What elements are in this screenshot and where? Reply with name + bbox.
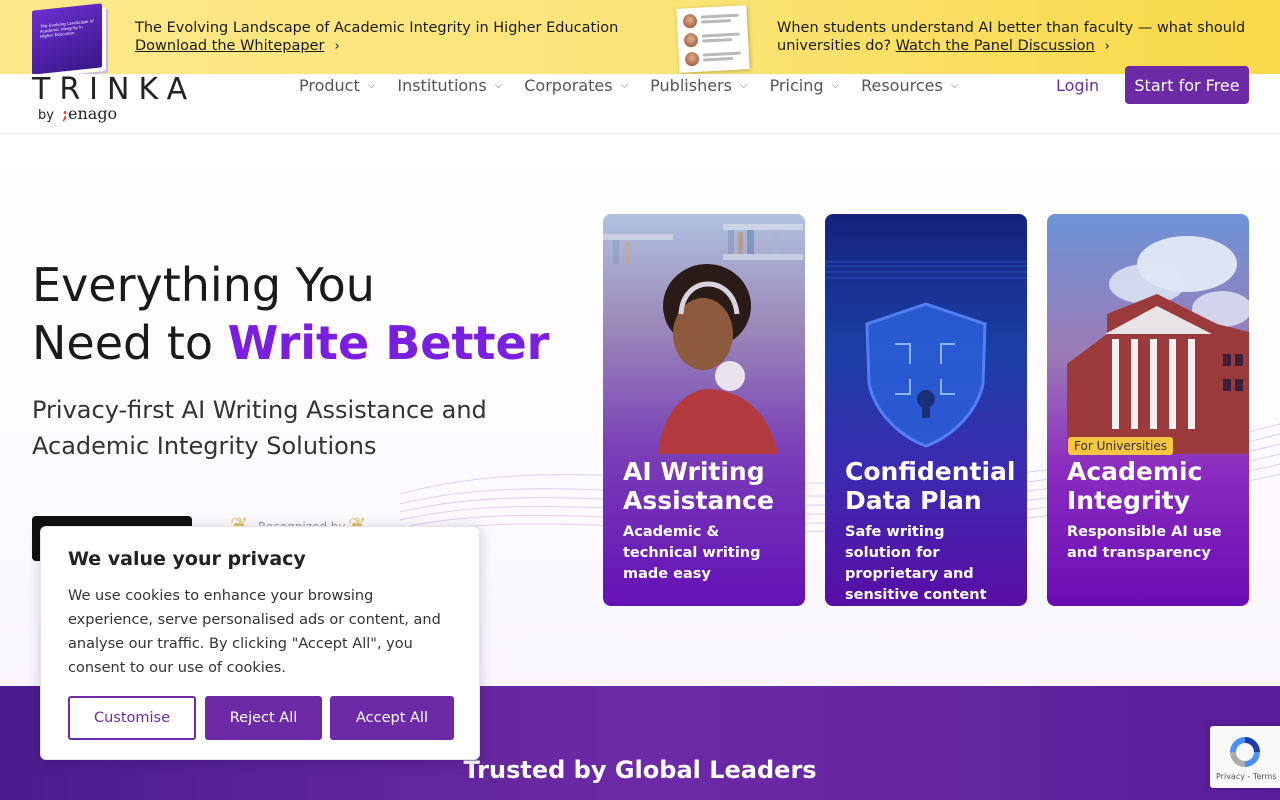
nav-institutions[interactable]: Institutions ⌵ [397,76,502,95]
download-whitepaper-link[interactable]: Download the Whitepaper [135,38,324,54]
chevron-right-icon: › [1104,38,1110,54]
promo-panel: When students understand AI better than … [672,0,1245,74]
promo-panel-title: When students understand AI better than … [777,19,1246,36]
promo-panel-title-2: universities do? [777,37,892,54]
for-universities-badge: For Universities [1068,437,1173,455]
hero-subtitle-line1: Privacy-first AI Writing Assistance and [32,396,487,424]
watch-panel-link[interactable]: Watch the Panel Discussion [896,38,1095,54]
hero-title-line1: Everything You [32,258,375,312]
hero-title: Everything You Need to Write Better [32,256,549,372]
recaptcha-links[interactable]: Privacy - Terms [1216,772,1277,781]
university-building-image [1067,236,1249,454]
nav-label: Product [299,76,360,95]
chevron-down-icon: ⌵ [367,80,376,91]
hero-title-plain: Need to [32,316,228,370]
card-confidential-data[interactable]: Confidential Data Plan Safe writing solu… [825,214,1027,606]
card-academic-integrity[interactable]: For Universities Academic Integrity Resp… [1047,214,1249,606]
nav-product[interactable]: Product ⌵ [299,76,375,95]
trinka-logo[interactable]: TRINKA [32,72,196,107]
nav-label: Publishers [650,76,732,95]
chevron-down-icon: ⌵ [620,80,629,91]
nav-publishers[interactable]: Publishers ⌵ [650,76,747,95]
nav-pricing[interactable]: Pricing ⌵ [770,76,840,95]
promo-whitepaper: The Evolving Landscape of Academic Integ… [30,0,619,75]
nav-label: Resources [861,76,943,95]
accept-all-button[interactable]: Accept All [330,696,454,740]
hero-subtitle-line2: Academic Integrity Solutions [32,432,377,460]
login-link[interactable]: Login [1056,76,1099,95]
nav-label: Pricing [769,76,824,95]
chevron-down-icon: ⌵ [739,80,748,91]
hero-title-accent: Write Better [227,316,550,370]
nav-resources[interactable]: Resources ⌵ [861,76,958,95]
card-title: Confidential Data Plan [845,457,1016,515]
card-ai-writing[interactable]: AI Writing Assistance Academic & technic… [603,214,805,606]
nav-corporates[interactable]: Corporates ⌵ [524,76,628,95]
card-title: Academic Integrity [1067,457,1203,515]
nav-label: Institutions [397,76,487,95]
whitepaper-thumbnail[interactable]: The Evolving Landscape of Academic Integ… [30,3,110,75]
chevron-down-icon: ⌵ [494,80,503,91]
chevron-down-icon: ⌵ [831,80,840,91]
promo-banner: The Evolving Landscape of Academic Integ… [0,0,1280,75]
cookie-title: We value your privacy [68,548,306,570]
cookie-text: We use cookies to enhance your browsing … [68,588,441,676]
student-headphones-image [603,224,803,454]
cookie-consent-dialog: We value your privacy We use cookies to … [40,526,480,760]
recaptcha-badge[interactable]: Privacy - Terms [1210,726,1280,788]
trusted-title: Trusted by Global Leaders [463,756,817,784]
main-nav: Product ⌵ Institutions ⌵ Corporates ⌵ Publi… [299,76,980,95]
card-description: Academic & technical writing made easy [623,524,761,582]
enago-brand: enago [68,104,118,123]
card-description: Responsible AI use and transparency [1067,524,1222,561]
recaptcha-icon [1230,737,1260,767]
logo-by: by [38,108,54,123]
customise-button[interactable]: Customise [68,696,196,740]
card-description: Safe writing solution for proprietary an… [845,524,987,603]
promo-whitepaper-title: The Evolving Landscape of Academic Integ… [135,19,619,36]
start-for-free-button[interactable]: Start for Free [1125,66,1249,104]
hero-subtitle: Privacy-first AI Writing Assistance and … [32,392,487,464]
chevron-down-icon: ⌵ [950,80,959,91]
card-title: AI Writing Assistance [623,457,774,515]
nav-label: Corporates [524,76,613,95]
panel-thumbnail[interactable] [672,3,752,73]
shield-lock-icon [825,261,1027,448]
reject-all-button[interactable]: Reject All [205,696,322,740]
site-header: TRINKA by ;enago Product ⌵ Institutions ⌵ … [0,66,1280,134]
chevron-right-icon: › [334,38,340,54]
whitepaper-cover-text: The Evolving Landscape of Academic Integ… [40,18,94,39]
logo-subtitle: by ;enago [38,104,118,123]
